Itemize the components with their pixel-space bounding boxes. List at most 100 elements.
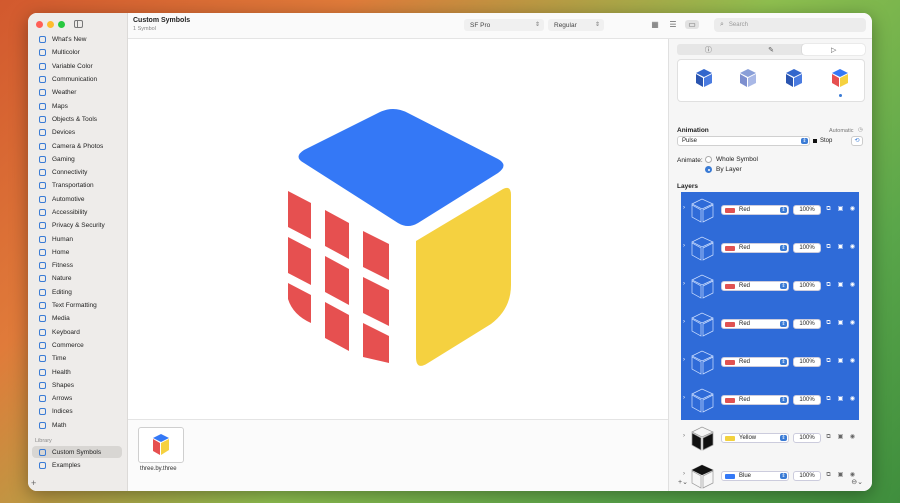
sidebar-item-category[interactable]: Shapes — [28, 379, 128, 392]
sidebar-item-category[interactable]: Maps — [28, 99, 128, 112]
chevron-right-icon[interactable]: › — [683, 395, 685, 401]
duplicate-icon[interactable]: ⧉ — [825, 244, 832, 251]
tab-info[interactable]: ⓘ — [677, 44, 740, 55]
layer-color-select[interactable]: Red ⇕ — [721, 319, 789, 329]
layer-color-select[interactable]: Red ⇕ — [721, 395, 789, 405]
add-library-button[interactable]: + — [31, 478, 36, 488]
visibility-icon[interactable]: ◉ — [849, 206, 856, 213]
duplicate-icon[interactable]: ⧉ — [825, 396, 832, 403]
layer-opacity-field[interactable]: 100% — [793, 243, 821, 253]
chevron-right-icon[interactable]: › — [683, 205, 685, 211]
visibility-icon[interactable]: ◉ — [849, 358, 856, 365]
layer-mode-icon[interactable]: ▣ — [837, 320, 844, 327]
sidebar-item-examples[interactable]: Examples — [32, 459, 122, 471]
sidebar-item-category[interactable]: Arrows — [28, 392, 128, 405]
gallery-view-icon[interactable]: ▭ — [685, 20, 699, 29]
sidebar-item-category[interactable]: Health — [28, 365, 128, 378]
layer-color-select[interactable]: Red ⇕ — [721, 281, 789, 291]
close-window-button[interactable] — [36, 21, 43, 28]
layer-opacity-field[interactable]: 100% — [793, 471, 821, 481]
sidebar-item-category[interactable]: Connectivity — [28, 166, 128, 179]
layer-color-select[interactable]: Red ⇕ — [721, 243, 789, 253]
layer-mode-icon[interactable]: ▣ — [837, 206, 844, 213]
sidebar-item-category[interactable]: Fitness — [28, 259, 128, 272]
layer-mode-icon[interactable]: ▣ — [837, 472, 844, 479]
list-view-icon[interactable]: ☰ — [668, 20, 678, 29]
sidebar-item-category[interactable]: Math — [28, 419, 128, 432]
remove-layer-button[interactable]: ⊖⌄ — [851, 478, 863, 486]
layer-row[interactable]: › Red ⇕ 100% ⧉ ▣ ◉ — [681, 192, 859, 230]
layer-color-select[interactable]: Blue ⇕ — [721, 471, 789, 481]
tab-animation[interactable]: ▷ — [802, 44, 866, 55]
search-field[interactable]: ⌕ Search — [714, 18, 866, 32]
layer-row[interactable]: › Yellow ⇕ 100% ⧉ ▣ ◉ — [681, 420, 859, 458]
duplicate-icon[interactable]: ⧉ — [825, 358, 832, 365]
layer-mode-icon[interactable]: ▣ — [837, 282, 844, 289]
duplicate-icon[interactable]: ⧉ — [825, 282, 832, 289]
layer-row[interactable]: › Red ⇕ 100% ⧉ ▣ ◉ — [681, 344, 859, 382]
layer-color-select[interactable]: Yellow ⇕ — [721, 433, 789, 443]
layer-row[interactable]: › Red ⇕ 100% ⧉ ▣ ◉ — [681, 230, 859, 268]
sidebar-item-category[interactable]: Home — [28, 246, 128, 259]
chevron-right-icon[interactable]: › — [683, 357, 685, 363]
add-layer-button[interactable]: +⌄ — [678, 478, 688, 486]
sidebar-item-category[interactable]: Human — [28, 232, 128, 245]
radio-by-layer[interactable]: By Layer — [705, 166, 742, 173]
stop-button[interactable]: Stop — [813, 136, 832, 146]
sidebar-item-category[interactable]: Automotive — [28, 193, 128, 206]
layer-opacity-field[interactable]: 100% — [793, 395, 821, 405]
layer-opacity-field[interactable]: 100% — [793, 205, 821, 215]
layer-opacity-field[interactable]: 100% — [793, 433, 821, 443]
visibility-icon[interactable]: ◉ — [849, 320, 856, 327]
sidebar-item-category[interactable]: Camera & Photos — [28, 139, 128, 152]
sidebar-item-category[interactable]: Accessibility — [28, 206, 128, 219]
sidebar-item-custom-symbols[interactable]: Custom Symbols — [32, 446, 122, 458]
sidebar-item-category[interactable]: Weather — [28, 86, 128, 99]
sidebar-toggle-icon[interactable] — [74, 20, 83, 28]
visibility-icon[interactable]: ◉ — [849, 244, 856, 251]
layer-opacity-field[interactable]: 100% — [793, 281, 821, 291]
sidebar-item-category[interactable]: Editing — [28, 286, 128, 299]
visibility-icon[interactable]: ◉ — [849, 282, 856, 289]
sidebar-item-category[interactable]: Objects & Tools — [28, 113, 128, 126]
chevron-right-icon[interactable]: › — [683, 319, 685, 325]
layer-color-select[interactable]: Red ⇕ — [721, 357, 789, 367]
visibility-icon[interactable]: ◉ — [849, 434, 856, 441]
layer-row[interactable]: › Blue ⇕ 100% ⧉ ▣ ◉ — [681, 458, 859, 491]
layer-color-select[interactable]: Red ⇕ — [721, 205, 789, 215]
sidebar-item-category[interactable]: Multicolor — [28, 46, 128, 59]
font-select[interactable]: SF Pro ⇕ — [464, 19, 544, 31]
sidebar-item-category[interactable]: Devices — [28, 126, 128, 139]
zoom-window-button[interactable] — [58, 21, 65, 28]
layer-mode-icon[interactable]: ▣ — [837, 434, 844, 441]
clock-icon[interactable]: ◷ — [858, 127, 863, 133]
sidebar-item-category[interactable]: Keyboard — [28, 326, 128, 339]
sidebar-item-category[interactable]: Communication — [28, 73, 128, 86]
sidebar-item-category[interactable]: Media — [28, 312, 128, 325]
sidebar-item-category[interactable]: Time — [28, 352, 128, 365]
chevron-right-icon[interactable]: › — [683, 243, 685, 249]
chevron-right-icon[interactable]: › — [683, 471, 685, 477]
sidebar-item-category[interactable]: Commerce — [28, 339, 128, 352]
duplicate-icon[interactable]: ⧉ — [825, 206, 832, 213]
visibility-icon[interactable]: ◉ — [849, 396, 856, 403]
chevron-right-icon[interactable]: › — [683, 433, 685, 439]
symbol-thumbnail[interactable] — [138, 427, 184, 463]
layer-mode-icon[interactable]: ▣ — [837, 358, 844, 365]
layer-opacity-field[interactable]: 100% — [793, 357, 821, 367]
sidebar-item-category[interactable]: Nature — [28, 272, 128, 285]
duplicate-icon[interactable]: ⧉ — [825, 320, 832, 327]
layer-row[interactable]: › Red ⇕ 100% ⧉ ▣ ◉ — [681, 306, 859, 344]
sidebar-item-category[interactable]: Text Formatting — [28, 299, 128, 312]
layer-mode-icon[interactable]: ▣ — [837, 396, 844, 403]
sidebar-item-category[interactable]: Gaming — [28, 153, 128, 166]
grid-view-icon[interactable]: ▦ — [650, 20, 660, 29]
duplicate-icon[interactable]: ⧉ — [825, 472, 832, 479]
sidebar-item-category[interactable]: Variable Color — [28, 60, 128, 73]
symbol-canvas[interactable] — [128, 39, 668, 419]
sidebar-item-category[interactable]: What's New — [28, 33, 128, 46]
layer-row[interactable]: › Red ⇕ 100% ⧉ ▣ ◉ — [681, 268, 859, 306]
layer-row[interactable]: › Red ⇕ 100% ⧉ ▣ ◉ — [681, 382, 859, 420]
sidebar-item-category[interactable]: Privacy & Security — [28, 219, 128, 232]
sidebar-item-category[interactable]: Transportation — [28, 179, 128, 192]
